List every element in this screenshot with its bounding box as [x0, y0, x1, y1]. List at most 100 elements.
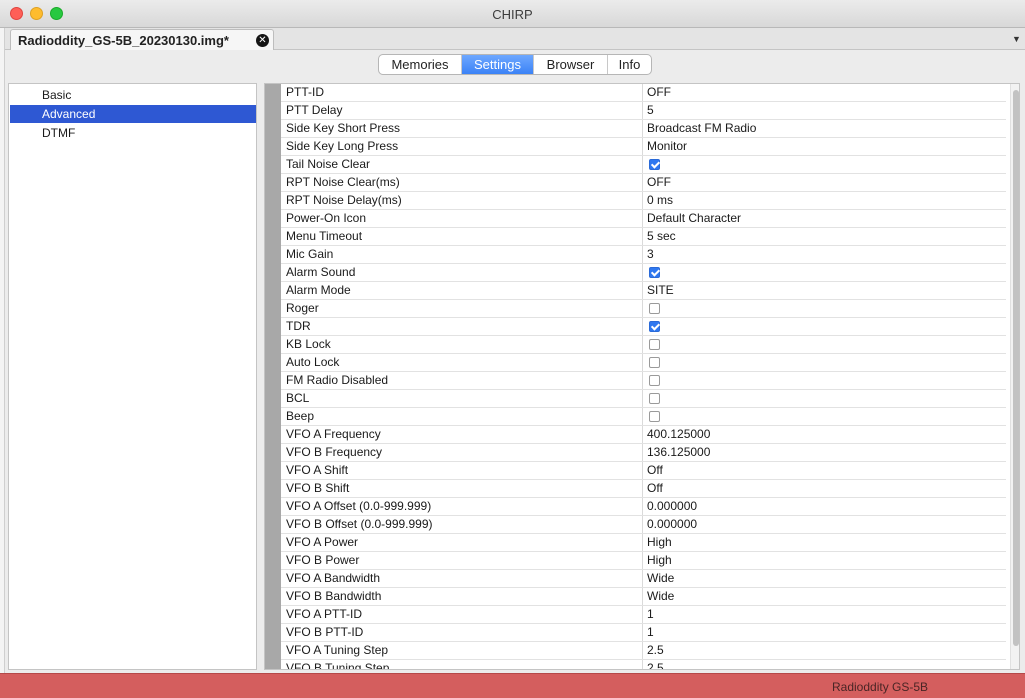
vertical-scrollbar[interactable]	[1010, 84, 1019, 669]
setting-name: VFO B Shift	[281, 480, 643, 497]
view-tabs: Memories Settings Browser Info	[378, 54, 652, 75]
table-row[interactable]: Alarm Mode SITE	[281, 282, 1006, 300]
setting-name: Roger	[281, 300, 643, 317]
table-row[interactable]: VFO A Shift Off	[281, 462, 1006, 480]
setting-name: VFO A Power	[281, 534, 643, 551]
setting-value[interactable]: 0.000000	[643, 516, 1005, 533]
background-window-edge	[0, 28, 5, 673]
settings-group-tree: Basic Advanced DTMF	[8, 83, 257, 670]
table-row[interactable]: Tail Noise Clear	[281, 156, 1006, 174]
setting-name: VFO A Shift	[281, 462, 643, 479]
table-row[interactable]: VFO B PTT-ID 1	[281, 624, 1006, 642]
table-row[interactable]: TDR	[281, 318, 1006, 336]
table-row[interactable]: VFO A PTT-ID 1	[281, 606, 1006, 624]
setting-value[interactable]: 1	[643, 606, 1005, 623]
setting-value[interactable]: 3	[643, 246, 1005, 263]
file-tab-bar: Radioddity_GS-5B_20230130.img* ✕ ▼	[5, 28, 1025, 50]
settings-rows: PTT-ID OFF PTT Delay 5 Side Key Short Press B…	[281, 84, 1006, 669]
checkbox-icon[interactable]	[649, 303, 660, 314]
setting-name: PTT Delay	[281, 102, 643, 119]
status-radio-model: Radioddity GS-5B	[832, 680, 929, 694]
close-circle-icon[interactable]: ✕	[256, 34, 269, 47]
tree-item-basic[interactable]: Basic	[10, 86, 256, 104]
table-row[interactable]: FM Radio Disabled	[281, 372, 1006, 390]
setting-value[interactable]: 400.125000	[643, 426, 1005, 443]
table-row[interactable]: VFO B Tuning Step 2.5	[281, 660, 1006, 669]
checkbox-icon[interactable]	[649, 411, 660, 422]
table-row[interactable]: Roger	[281, 300, 1006, 318]
setting-value[interactable]: High	[643, 552, 1005, 569]
setting-value[interactable]: 2.5	[643, 660, 1005, 669]
setting-value[interactable]: 2.5	[643, 642, 1005, 659]
setting-value[interactable]: 5 sec	[643, 228, 1005, 245]
table-row[interactable]: RPT Noise Delay(ms) 0 ms	[281, 192, 1006, 210]
table-row[interactable]: Alarm Sound	[281, 264, 1006, 282]
table-row[interactable]: VFO B Bandwidth Wide	[281, 588, 1006, 606]
table-row[interactable]: Side Key Short Press Broadcast FM Radio	[281, 120, 1006, 138]
setting-name: Menu Timeout	[281, 228, 643, 245]
table-row[interactable]: VFO B Power High	[281, 552, 1006, 570]
setting-value[interactable]: OFF	[643, 174, 1005, 191]
setting-value[interactable]: OFF	[643, 84, 1005, 101]
table-row[interactable]: Menu Timeout 5 sec	[281, 228, 1006, 246]
table-row[interactable]: PTT Delay 5	[281, 102, 1006, 120]
table-row[interactable]: PTT-ID OFF	[281, 84, 1006, 102]
setting-value[interactable]: 0.000000	[643, 498, 1005, 515]
tab-browser[interactable]: Browser	[534, 55, 608, 74]
checkbox-icon[interactable]	[649, 375, 660, 386]
setting-value[interactable]: 1	[643, 624, 1005, 641]
table-row[interactable]: Power-On Icon Default Character	[281, 210, 1006, 228]
setting-value[interactable]: Monitor	[643, 138, 1005, 155]
setting-value-cell	[643, 372, 1005, 389]
checkbox-icon[interactable]	[649, 267, 660, 278]
setting-value[interactable]: 5	[643, 102, 1005, 119]
settings-grid: PTT-ID OFF PTT Delay 5 Side Key Short Press B…	[264, 83, 1020, 670]
checkbox-icon[interactable]	[649, 393, 660, 404]
setting-value-cell	[643, 408, 1005, 425]
scrollbar-thumb[interactable]	[1013, 90, 1019, 646]
tree-item-dtmf[interactable]: DTMF	[10, 124, 256, 142]
setting-value[interactable]: 136.125000	[643, 444, 1005, 461]
title-bar: CHIRP	[0, 0, 1025, 28]
table-row[interactable]: Mic Gain 3	[281, 246, 1006, 264]
setting-value-cell	[643, 336, 1005, 353]
table-row[interactable]: VFO B Frequency 136.125000	[281, 444, 1006, 462]
setting-value[interactable]: Off	[643, 462, 1005, 479]
tree-item-advanced[interactable]: Advanced	[10, 105, 256, 123]
setting-value[interactable]: Broadcast FM Radio	[643, 120, 1005, 137]
setting-name: FM Radio Disabled	[281, 372, 643, 389]
setting-name: VFO B Tuning Step	[281, 660, 643, 669]
checkbox-icon[interactable]	[649, 357, 660, 368]
setting-value[interactable]: Wide	[643, 588, 1005, 605]
table-row[interactable]: RPT Noise Clear(ms) OFF	[281, 174, 1006, 192]
table-row[interactable]: KB Lock	[281, 336, 1006, 354]
table-row[interactable]: VFO A Frequency 400.125000	[281, 426, 1006, 444]
table-row[interactable]: Auto Lock	[281, 354, 1006, 372]
table-row[interactable]: VFO A Bandwidth Wide	[281, 570, 1006, 588]
setting-value[interactable]: 0 ms	[643, 192, 1005, 209]
table-row[interactable]: VFO A Offset (0.0-999.999) 0.000000	[281, 498, 1006, 516]
table-row[interactable]: Side Key Long Press Monitor	[281, 138, 1006, 156]
tab-memories[interactable]: Memories	[379, 55, 462, 74]
setting-value-cell	[643, 390, 1005, 407]
setting-value[interactable]: SITE	[643, 282, 1005, 299]
table-row[interactable]: VFO A Tuning Step 2.5	[281, 642, 1006, 660]
checkbox-icon[interactable]	[649, 339, 660, 350]
setting-value[interactable]: Default Character	[643, 210, 1005, 227]
table-row[interactable]: VFO B Shift Off	[281, 480, 1006, 498]
setting-value[interactable]: Wide	[643, 570, 1005, 587]
table-row[interactable]: VFO B Offset (0.0-999.999) 0.000000	[281, 516, 1006, 534]
tab-settings[interactable]: Settings	[462, 55, 534, 74]
setting-value[interactable]: Off	[643, 480, 1005, 497]
setting-name: VFO B Offset (0.0-999.999)	[281, 516, 643, 533]
checkbox-icon[interactable]	[649, 321, 660, 332]
file-tab[interactable]: Radioddity_GS-5B_20230130.img* ✕	[10, 29, 274, 50]
checkbox-icon[interactable]	[649, 159, 660, 170]
table-row[interactable]: BCL	[281, 390, 1006, 408]
table-row[interactable]: VFO A Power High	[281, 534, 1006, 552]
tab-info[interactable]: Info	[608, 55, 651, 74]
setting-value[interactable]: High	[643, 534, 1005, 551]
table-row[interactable]: Beep	[281, 408, 1006, 426]
chevron-down-icon[interactable]: ▼	[1012, 34, 1021, 44]
setting-name: VFO B Power	[281, 552, 643, 569]
